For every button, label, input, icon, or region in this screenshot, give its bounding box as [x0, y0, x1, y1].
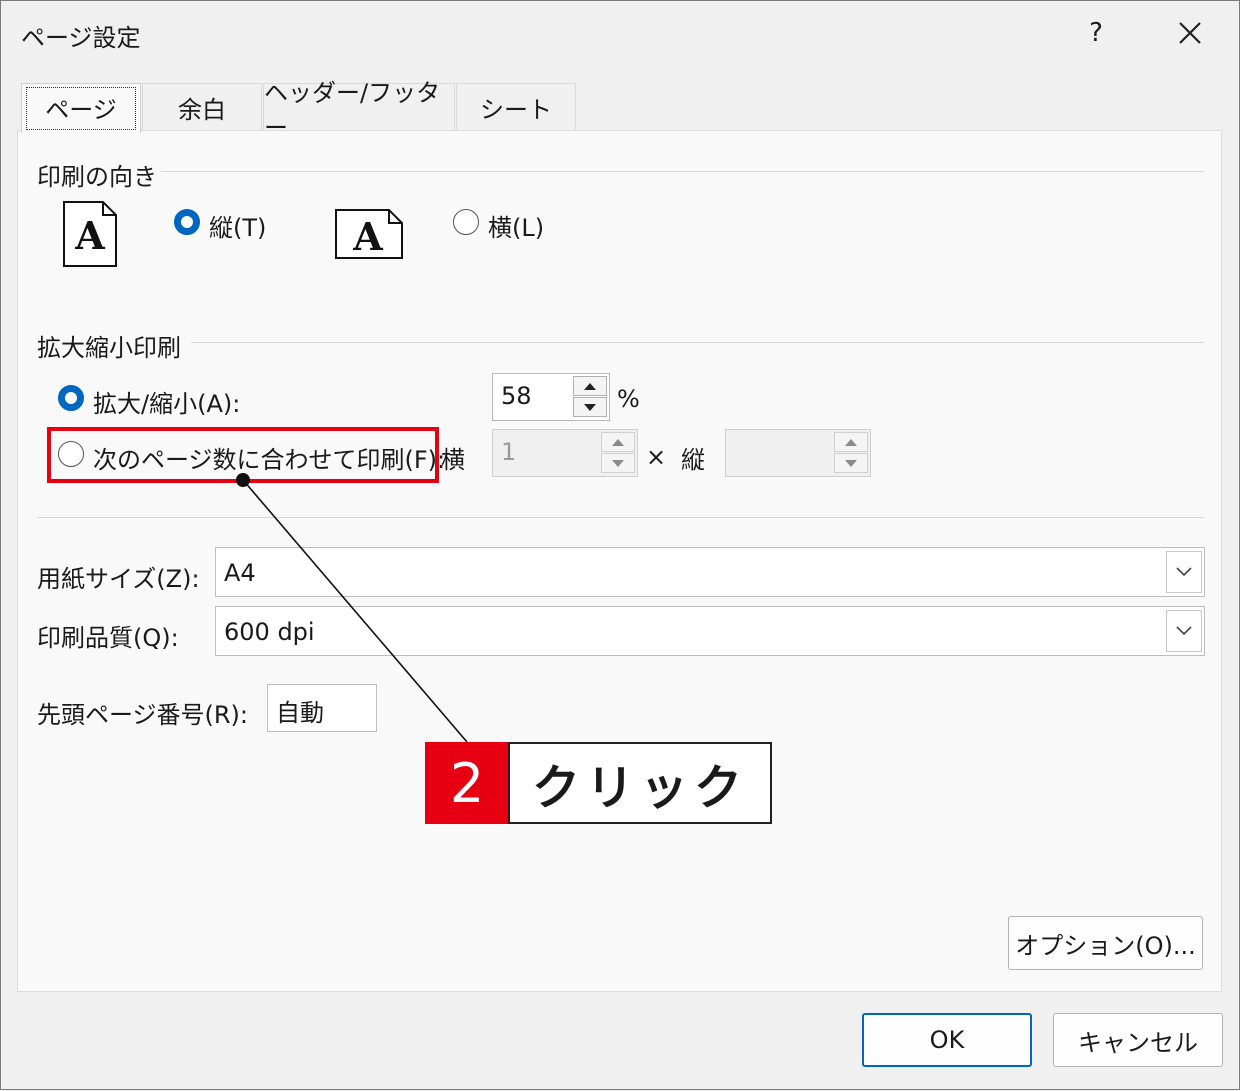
page-setup-dialog: ページ設定 ? ページ 余白 ヘッダー/フッター シート 印刷の向き A 縦(T…	[0, 0, 1240, 1090]
tab-page-label: ページ	[26, 87, 136, 130]
callout-instruction: クリック	[508, 742, 772, 824]
tab-page[interactable]: ページ	[21, 83, 141, 133]
callout-leader	[236, 473, 468, 743]
callout-step-number: 2	[425, 742, 509, 824]
